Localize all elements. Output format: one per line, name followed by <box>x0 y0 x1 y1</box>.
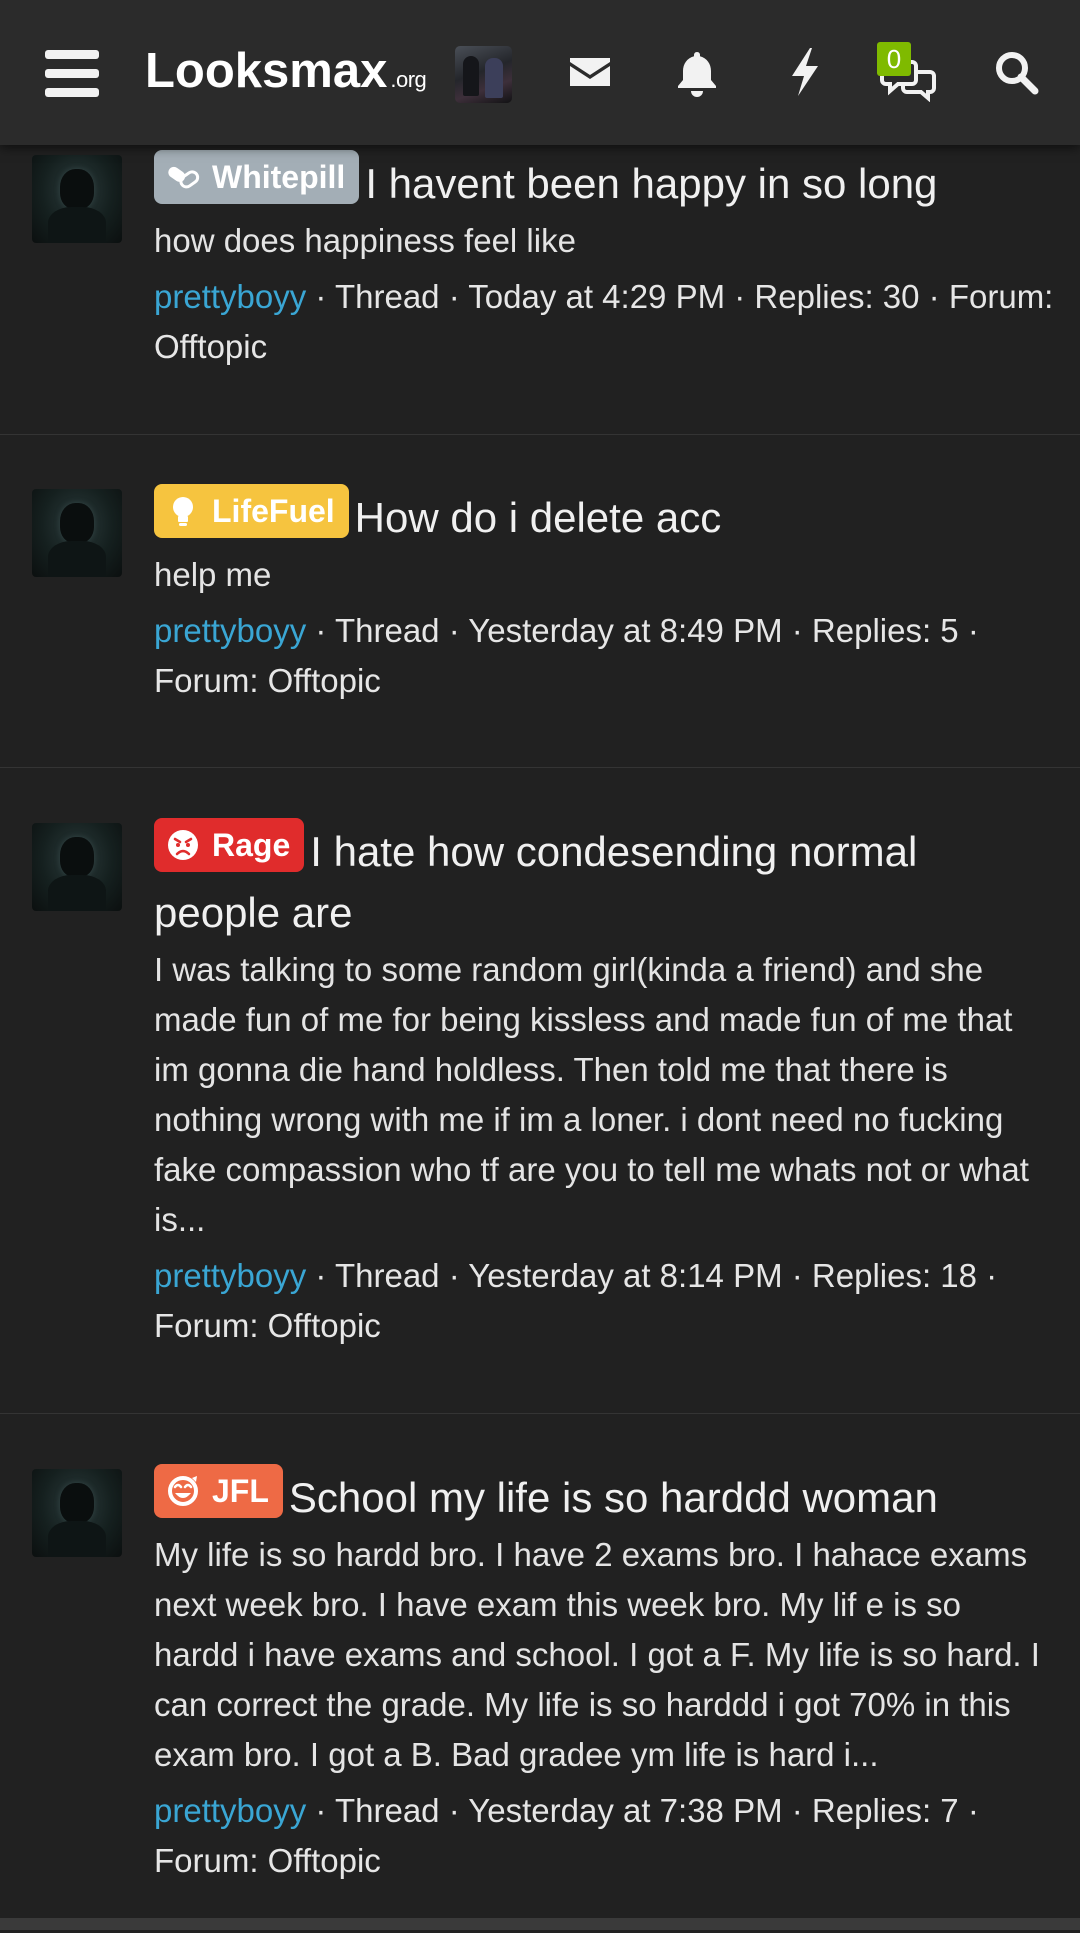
lightning-icon[interactable] <box>784 46 826 98</box>
thread-meta: prettyboyy · Thread · Yesterday at 8:49 … <box>154 606 1054 706</box>
pill-icon <box>168 166 200 189</box>
thread-meta-info: · Thread · Today at 4:29 PM · Replies: 3… <box>306 278 949 315</box>
thread-meta: prettyboyy · Thread · Yesterday at 7:38 … <box>154 1786 1054 1886</box>
thread-title[interactable]: Rage I hate how condesending normal peop… <box>154 818 1054 943</box>
thread-snippet: My life is so hardd bro. I have 2 exams … <box>154 1536 1040 1773</box>
author-avatar[interactable] <box>32 1469 122 1557</box>
forum-link[interactable]: Forum: Offtopic <box>154 1307 381 1344</box>
author-avatar[interactable] <box>32 155 122 243</box>
thread-meta: prettyboyy · Thread · Today at 4:29 PM ·… <box>154 272 1054 372</box>
bottom-scroll-edge <box>0 1918 1080 1930</box>
thread-item[interactable]: Whitepill I havent been happy in so long… <box>0 145 1080 435</box>
logo-suffix: .org <box>390 67 427 92</box>
thread-title-text[interactable]: I havent been happy in so long <box>365 160 937 207</box>
author-link[interactable]: prettyboyy <box>154 612 306 649</box>
menu-icon[interactable] <box>45 50 99 97</box>
thread-title[interactable]: LifeFuel How do i delete acc <box>154 484 1054 548</box>
thread-item[interactable]: JFL School my life is so harddd woman My… <box>0 1413 1080 1933</box>
thread-meta-info: · Thread · Yesterday at 8:14 PM · Replie… <box>306 1257 998 1294</box>
forum-link[interactable]: Forum: Offtopic <box>154 1842 381 1879</box>
prefix-label: Whitepill <box>212 159 346 195</box>
prefix-label: LifeFuel <box>212 493 335 529</box>
prefix-label: JFL <box>212 1473 269 1509</box>
thread-meta-info: · Thread · Yesterday at 8:49 PM · Replie… <box>306 612 979 649</box>
angry-face-icon <box>168 830 198 860</box>
thread-title[interactable]: Whitepill I havent been happy in so long <box>154 150 1054 214</box>
lightbulb-icon <box>173 497 193 526</box>
site-logo[interactable]: Looksmax .org <box>145 43 427 103</box>
prefix-rage[interactable]: Rage <box>154 818 305 872</box>
thread-snippet: help me <box>154 556 272 593</box>
prefix-lifefuel[interactable]: LifeFuel <box>154 484 349 538</box>
top-navigation-bar: Looksmax .org 0 <box>0 0 1080 145</box>
thread-meta-info: · Thread · Yesterday at 7:38 PM · Replie… <box>306 1792 979 1829</box>
search-icon[interactable] <box>993 49 1039 95</box>
forum-link[interactable]: Forum: Offtopic <box>154 662 381 699</box>
logo-text: Looksmax <box>145 44 388 98</box>
thread-title-text[interactable]: School my life is so harddd woman <box>289 1474 938 1521</box>
prefix-jfl[interactable]: JFL <box>154 1464 283 1518</box>
user-avatar[interactable] <box>455 46 512 103</box>
author-link[interactable]: prettyboyy <box>154 278 306 315</box>
author-link[interactable]: prettyboyy <box>154 1257 306 1294</box>
thread-title-text[interactable]: How do i delete acc <box>355 494 722 541</box>
prefix-whitepill[interactable]: Whitepill <box>154 150 360 204</box>
author-avatar[interactable] <box>32 489 122 577</box>
prefix-label: Rage <box>212 827 291 863</box>
mail-icon[interactable] <box>567 49 613 95</box>
author-avatar[interactable] <box>32 823 122 911</box>
thread-item[interactable]: Rage I hate how condesending normal peop… <box>0 767 1080 1414</box>
thread-item[interactable]: LifeFuel How do i delete acc help me pre… <box>0 434 1080 768</box>
thread-meta: prettyboyy · Thread · Yesterday at 8:14 … <box>154 1251 1054 1351</box>
author-link[interactable]: prettyboyy <box>154 1792 306 1829</box>
chat-unread-badge: 0 <box>877 42 911 76</box>
thread-snippet: I was talking to some random girl(kinda … <box>154 951 1029 1238</box>
thread-snippet: how does happiness feel like <box>154 222 576 259</box>
bell-icon[interactable] <box>674 48 720 98</box>
thread-title[interactable]: JFL School my life is so harddd woman <box>154 1464 1054 1528</box>
laughing-face-icon <box>168 1476 198 1506</box>
